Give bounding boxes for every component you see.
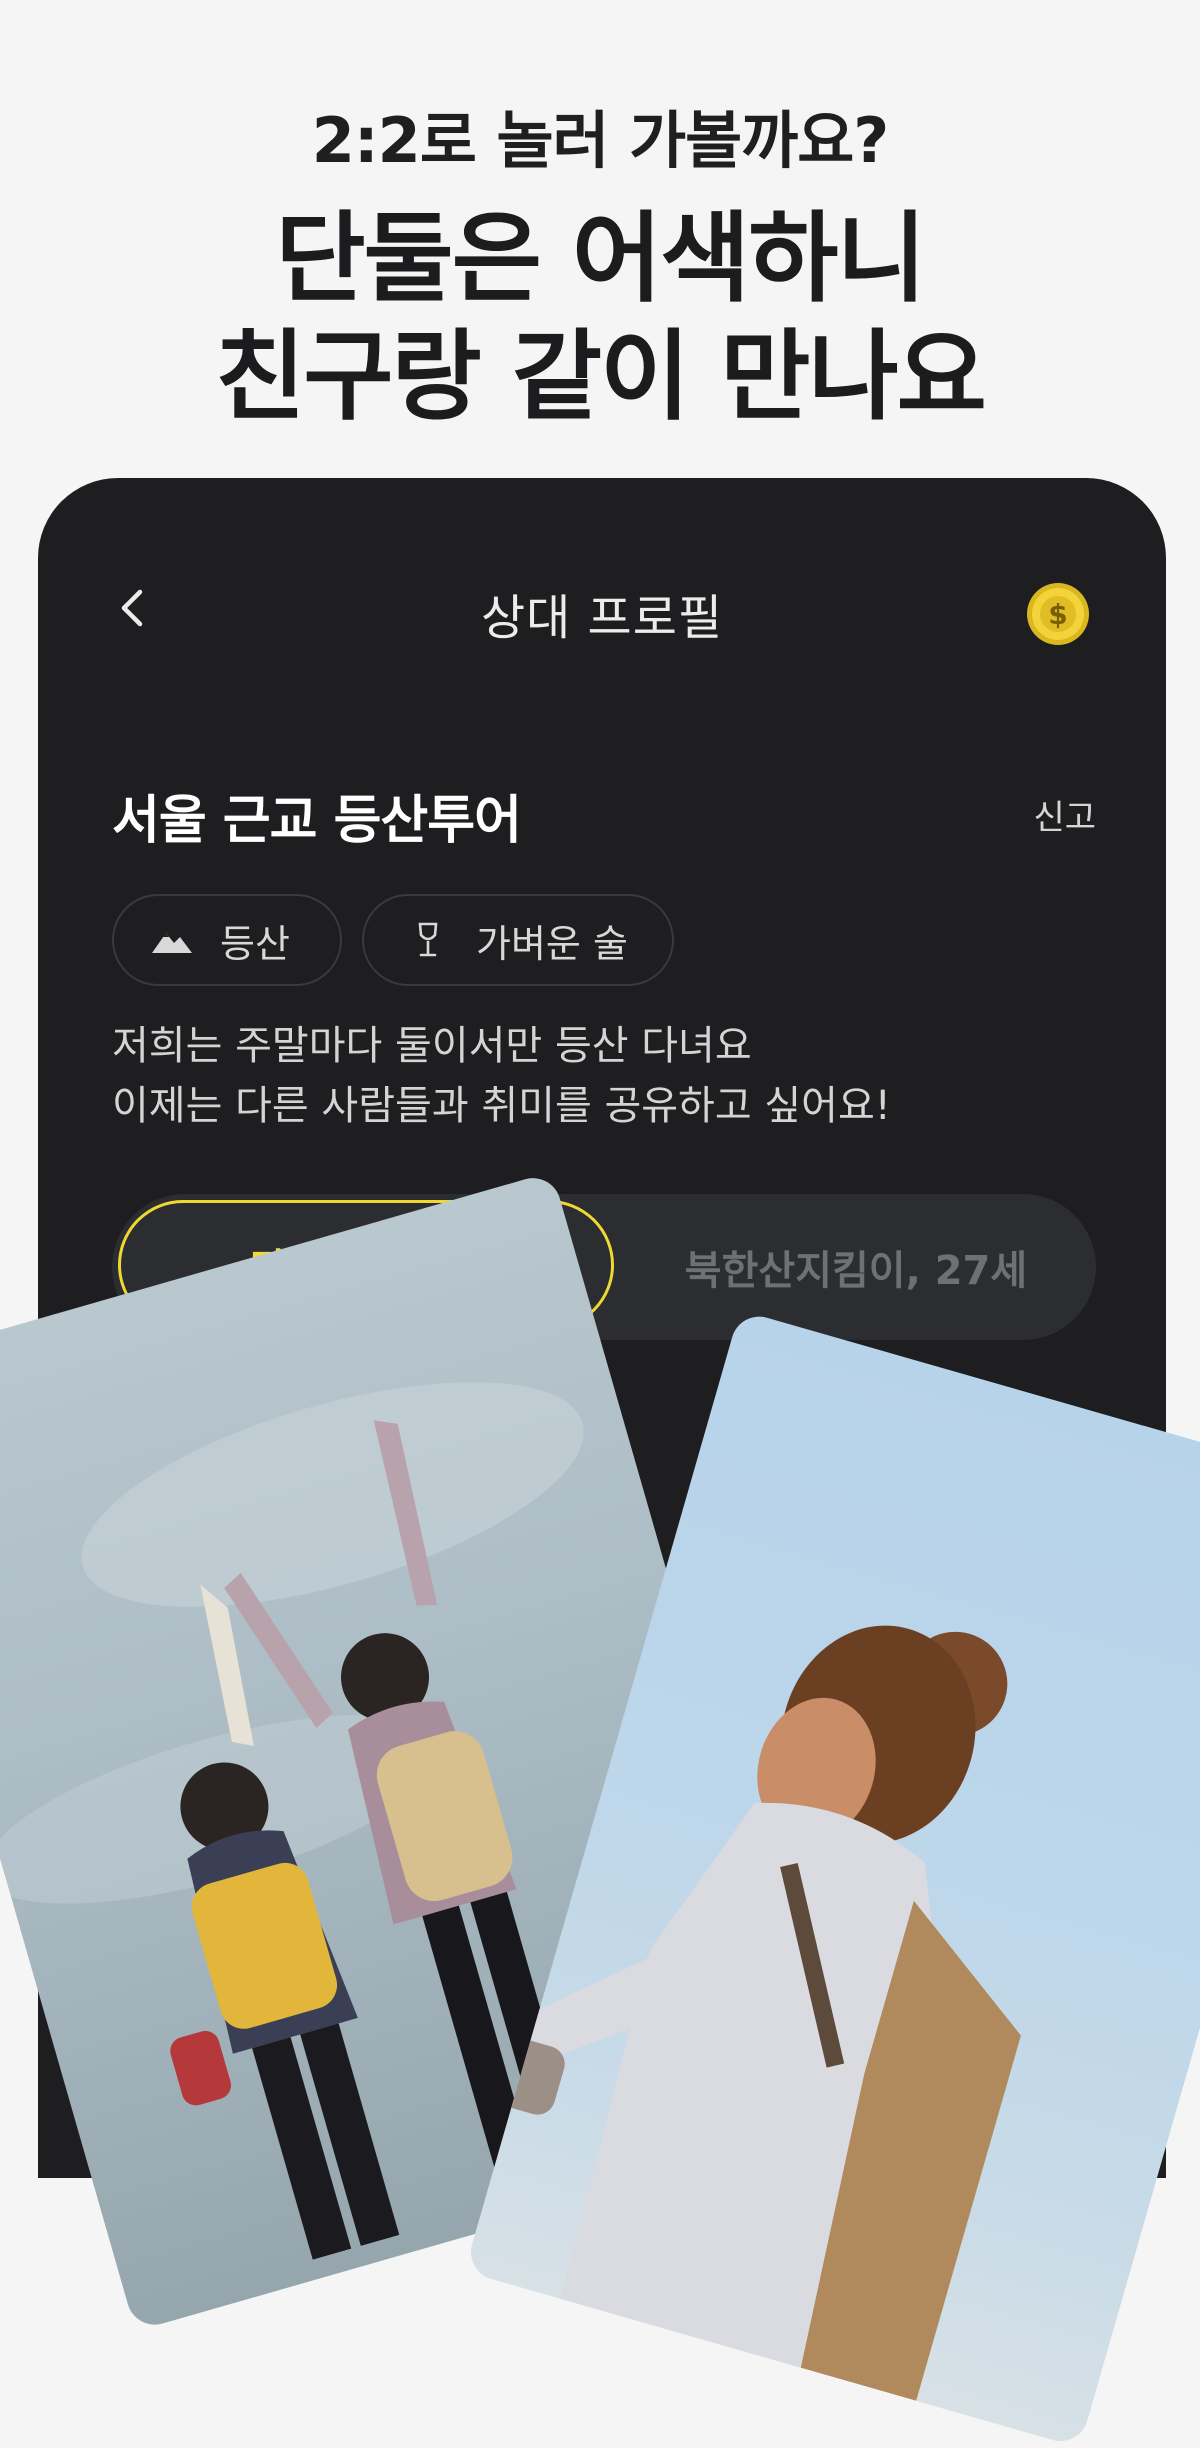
coin-button[interactable]: $ [1026,582,1090,646]
bio-line-1: 저희는 주말마다 둘이서만 등산 다녀요 [112,1023,752,1069]
bio-line-2: 이제는 다른 사람들과 취미를 공유하고 싶어요! [112,1083,891,1129]
tag-label: 등산 [220,921,290,966]
post-title: 서울 근교 등산투어 [112,791,522,851]
tag-hiking[interactable]: 등산 [112,894,342,986]
tag-label: 가벼운 술 [476,921,628,966]
promo-title-line-2: 친구랑 같이 만나요 [215,320,987,434]
post-description: 저희는 주말마다 둘이서만 등산 다녀요 이제는 다른 사람들과 취미를 공유하… [112,1016,891,1136]
report-button[interactable]: 신고 [1033,790,1096,839]
promo-title-line-1: 단둘은 어색하니 [275,202,926,316]
member-tab-2[interactable]: 북한산지킴이, 27세 [622,1200,1090,1334]
mountain-icon [150,922,194,958]
promo-subtitle: 2:2로 놀러 가볼까요? [311,104,890,177]
screen-title: 상대 프로필 [480,590,724,646]
svg-text:$: $ [1048,598,1067,631]
wine-glass-icon [406,922,450,958]
coin-icon: $ [1027,583,1089,645]
tag-light-drinks[interactable]: 가벼운 술 [362,894,674,986]
promo-title: 단둘은 어색하니 친구랑 같이 만나요 [0,200,1200,436]
